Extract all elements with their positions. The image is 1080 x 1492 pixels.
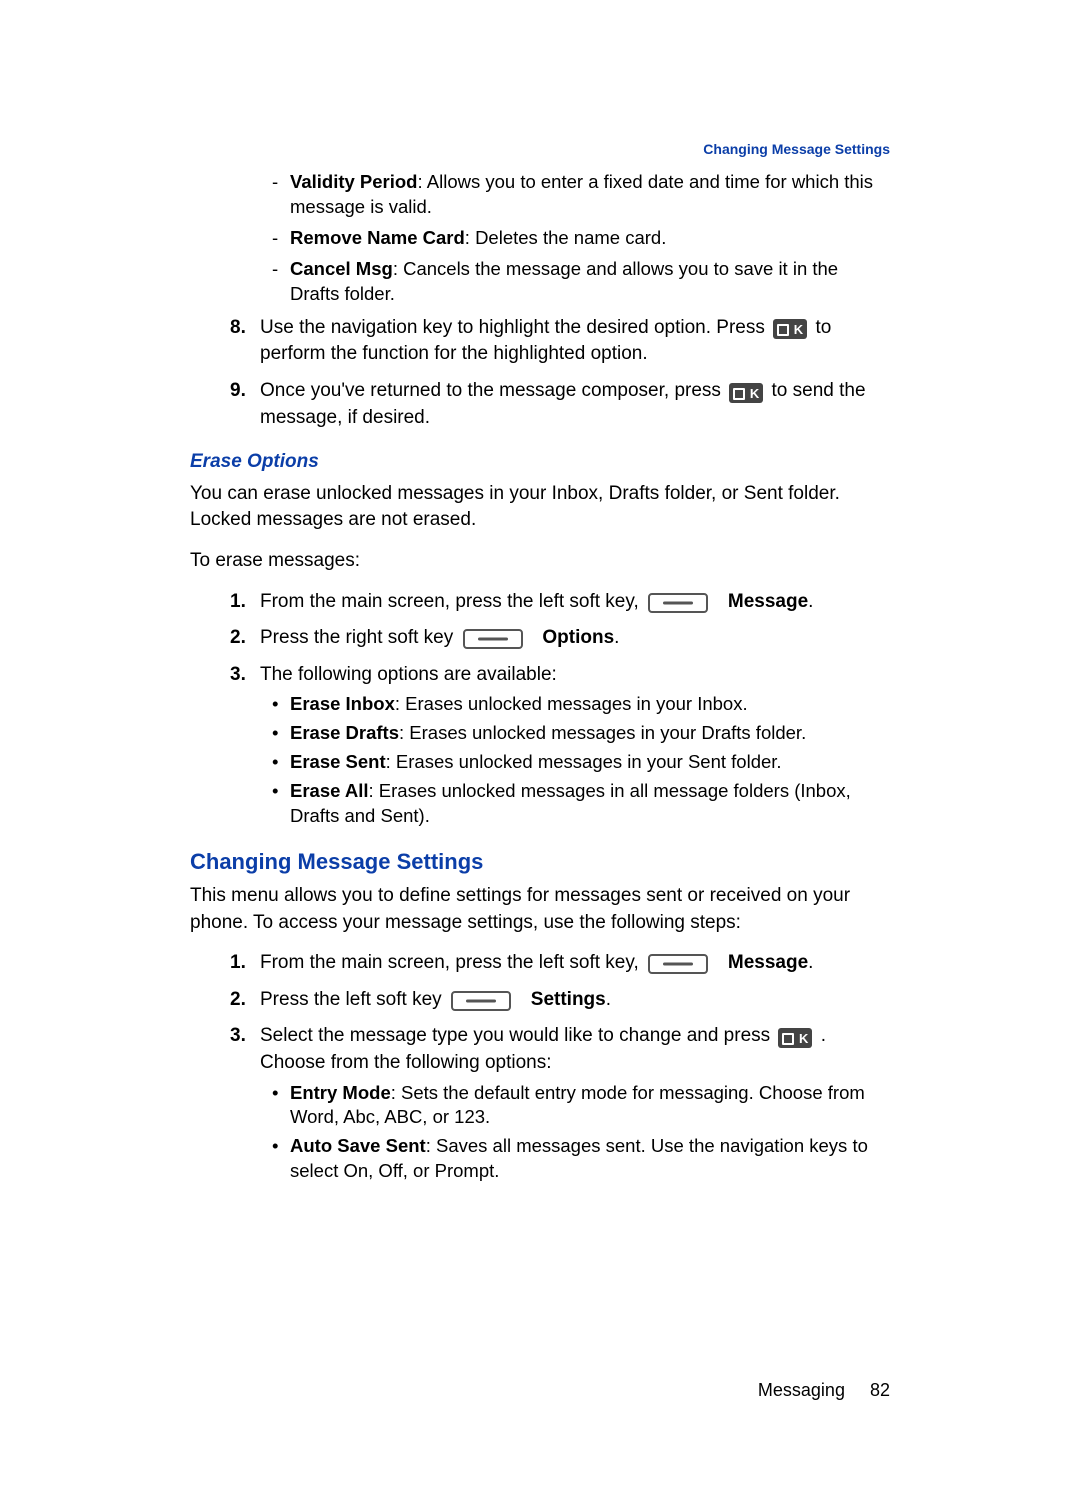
desc: : Erases unlocked messages in all messag… — [290, 780, 851, 826]
erase-sub-options: Erase Inbox: Erases unlocked messages in… — [260, 692, 890, 829]
chapter-name: Messaging — [758, 1380, 845, 1400]
term: Erase Inbox — [290, 693, 395, 714]
list-item: Erase Inbox: Erases unlocked messages in… — [290, 692, 890, 717]
running-head: Changing Message Settings — [703, 140, 890, 159]
term: Erase All — [290, 780, 369, 801]
softkey-icon — [648, 593, 708, 613]
erase-steps: From the main screen, press the left sof… — [190, 589, 890, 830]
term: Erase Sent — [290, 751, 386, 772]
numbered-steps: Use the navigation key to highlight the … — [190, 315, 890, 431]
term: Entry Mode — [290, 1082, 391, 1103]
page-footer: Messaging 82 — [758, 1378, 890, 1402]
list-item: Remove Name Card: Deletes the name card. — [290, 226, 890, 251]
desc: : Erases unlocked messages in your Sent … — [386, 751, 782, 772]
erase-step-3: The following options are available: Era… — [260, 662, 890, 829]
softkey-icon — [648, 954, 708, 974]
changing-step-3: Select the message type you would like t… — [260, 1023, 890, 1184]
term: Remove Name Card — [290, 227, 465, 248]
text: The following options are available: — [260, 664, 557, 685]
list-item: Cancel Msg: Cancels the message and allo… — [290, 257, 890, 307]
text: Press the left soft key — [260, 989, 447, 1010]
text: . — [808, 591, 813, 612]
text: Once you've returned to the message comp… — [260, 380, 726, 401]
step-8: Use the navigation key to highlight the … — [260, 315, 890, 368]
list-item: Erase Drafts: Erases unlocked messages i… — [290, 721, 890, 746]
list-item: Erase Sent: Erases unlocked messages in … — [290, 750, 890, 775]
term: Erase Drafts — [290, 722, 399, 743]
changing-steps: From the main screen, press the left sof… — [190, 950, 890, 1184]
ok-key-icon — [729, 383, 763, 403]
text: Press the right soft key — [260, 627, 459, 648]
softkey-label: Message — [728, 591, 808, 612]
erase-step-2: Press the right soft key Options. — [260, 625, 890, 652]
list-item: Auto Save Sent: Saves all messages sent.… — [290, 1134, 890, 1184]
desc: : Erases unlocked messages in your Draft… — [399, 722, 806, 743]
changing-step-2: Press the left soft key Settings. — [260, 987, 890, 1014]
ok-key-icon — [773, 319, 807, 339]
ok-key-icon — [778, 1028, 812, 1048]
heading-changing-message-settings: Changing Message Settings — [190, 847, 890, 877]
text: . — [808, 952, 813, 973]
text: From the main screen, press the left sof… — [260, 952, 644, 973]
softkey-label: Settings — [531, 989, 606, 1010]
step-9: Once you've returned to the message comp… — [260, 378, 890, 431]
term: Cancel Msg — [290, 258, 393, 279]
text: . — [614, 627, 619, 648]
desc: : Deletes the name card. — [465, 227, 667, 248]
desc: : Erases unlocked messages in your Inbox… — [395, 693, 748, 714]
softkey-label: Message — [728, 952, 808, 973]
changing-intro: This menu allows you to define settings … — [190, 883, 890, 936]
list-item: Erase All: Erases unlocked messages in a… — [290, 779, 890, 829]
softkey-label: Options — [542, 627, 614, 648]
page-number: 82 — [870, 1380, 890, 1400]
text: Use the navigation key to highlight the … — [260, 317, 770, 338]
changing-step-1: From the main screen, press the left sof… — [260, 950, 890, 977]
term: Auto Save Sent — [290, 1135, 426, 1156]
manual-page: Changing Message Settings Validity Perio… — [0, 0, 1080, 1492]
page-content: Validity Period: Allows you to enter a f… — [190, 170, 890, 1184]
erase-intro: You can erase unlocked messages in your … — [190, 481, 890, 534]
list-item: Validity Period: Allows you to enter a f… — [290, 170, 890, 220]
text: Select the message type you would like t… — [260, 1025, 775, 1046]
changing-sub-options: Entry Mode: Sets the default entry mode … — [260, 1081, 890, 1185]
option-sub-list: Validity Period: Allows you to enter a f… — [190, 170, 890, 307]
text: From the main screen, press the left sof… — [260, 591, 644, 612]
erase-lead: To erase messages: — [190, 548, 890, 575]
erase-step-1: From the main screen, press the left sof… — [260, 589, 890, 616]
softkey-icon — [451, 991, 511, 1011]
term: Validity Period — [290, 171, 418, 192]
text: . — [606, 989, 611, 1010]
heading-erase-options: Erase Options — [190, 449, 890, 475]
softkey-icon — [463, 629, 523, 649]
list-item: Entry Mode: Sets the default entry mode … — [290, 1081, 890, 1131]
